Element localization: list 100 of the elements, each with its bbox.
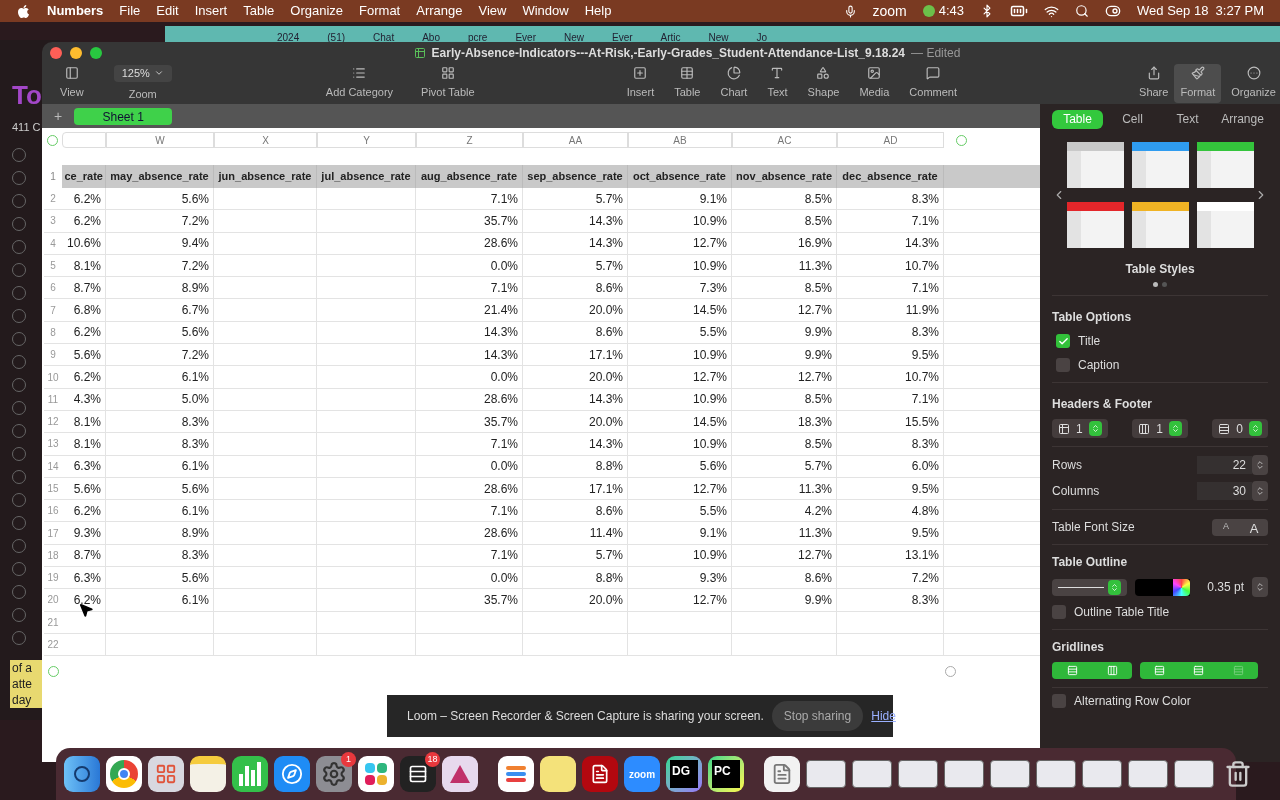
stepper-icon[interactable] <box>1108 579 1121 595</box>
timer-status[interactable]: 4:43 <box>922 1 965 21</box>
menu-item[interactable]: Format <box>359 1 401 21</box>
reminders-icon[interactable] <box>498 756 534 792</box>
header-count-control[interactable]: 1 <box>1052 419 1108 438</box>
browser-icon[interactable] <box>106 756 142 792</box>
column-letter[interactable]: X <box>214 132 317 148</box>
pdf-app-icon[interactable] <box>582 756 618 792</box>
toolbar-button[interactable]: Media <box>853 64 896 103</box>
inspector-tab[interactable]: Cell <box>1107 109 1158 129</box>
window-thumbnail[interactable] <box>852 760 892 788</box>
checkbox[interactable] <box>1052 694 1066 708</box>
toolbar-button[interactable]: Organize <box>1225 64 1280 103</box>
window-thumbnail[interactable] <box>898 760 938 788</box>
checkbox[interactable] <box>1056 358 1070 372</box>
notes-icon[interactable] <box>190 756 226 792</box>
column-letter[interactable]: AB <box>628 132 732 148</box>
menu-item[interactable]: Organize <box>290 1 344 21</box>
larger-font-button[interactable]: A <box>1240 518 1268 536</box>
table-style-thumbnail[interactable] <box>1131 142 1189 188</box>
menu-item[interactable]: File <box>119 1 141 21</box>
toolbar-button[interactable]: Format <box>1174 64 1222 103</box>
menu-item[interactable]: Numbers <box>47 1 104 21</box>
menu-item[interactable]: Edit <box>156 1 179 21</box>
menu-item[interactable]: View <box>478 1 507 21</box>
zoom-menu[interactable]: 125% Zoom <box>105 65 180 102</box>
column-letter[interactable]: AA <box>523 132 628 148</box>
window-thumbnail[interactable] <box>990 760 1030 788</box>
microphone-icon[interactable] <box>843 4 857 18</box>
toolbar-button[interactable]: Share <box>1133 64 1175 103</box>
smaller-font-button[interactable]: A <box>1212 518 1240 536</box>
toolbar-button[interactable]: Add Category <box>319 64 400 103</box>
table-style-thumbnail[interactable] <box>1066 142 1124 188</box>
browser-tab[interactable]: Artic <box>660 30 681 45</box>
checkbox[interactable] <box>1056 334 1070 348</box>
browser-tab[interactable]: New <box>564 30 584 45</box>
stepper-icon[interactable] <box>1088 421 1102 436</box>
browser-tab[interactable]: Ever <box>515 30 536 45</box>
header-count-control[interactable]: 1 <box>1132 419 1188 438</box>
header-count-control[interactable]: 0 <box>1212 419 1268 438</box>
window-thumbnail[interactable] <box>806 760 846 788</box>
column-letter[interactable]: W <box>106 132 214 148</box>
bar-chart-app-icon[interactable] <box>232 756 268 792</box>
number-field[interactable]: 22 <box>1197 456 1252 474</box>
browser-tab[interactable]: Ever <box>612 30 633 45</box>
hash-app-icon[interactable] <box>358 756 394 792</box>
zoom-button[interactable] <box>90 46 102 59</box>
minimize-button[interactable] <box>70 46 82 59</box>
browser-tab[interactable]: Chat <box>373 30 395 45</box>
stepper-icon[interactable] <box>1168 421 1182 436</box>
browser-tab[interactable]: pcre <box>467 30 488 45</box>
table-style-thumbnail[interactable] <box>1131 202 1189 248</box>
toolbar-button[interactable]: Insert <box>620 64 661 103</box>
add-sheet-icon[interactable]: + <box>54 109 63 123</box>
control-center-icon[interactable] <box>1105 3 1122 19</box>
browser-tab[interactable]: 2024 <box>277 30 300 45</box>
browser-tab[interactable]: (51) <box>327 30 346 45</box>
number-field[interactable]: 30 <box>1197 482 1252 500</box>
checkbox[interactable] <box>1052 605 1066 619</box>
sheet-tab[interactable]: Sheet 1 <box>74 107 173 125</box>
stop-sharing-button[interactable]: Stop sharing <box>771 701 864 731</box>
toolbar-button[interactable]: Text <box>761 64 794 103</box>
toolbar-button[interactable]: Chart <box>714 64 754 103</box>
window-thumbnail[interactable] <box>1128 760 1168 788</box>
window-thumbnail[interactable] <box>944 760 984 788</box>
zoom-app-icon[interactable]: zoom <box>624 756 660 792</box>
window-thumbnail[interactable] <box>1174 760 1214 788</box>
apple-icon[interactable] <box>16 3 31 19</box>
browser-tab[interactable]: New <box>708 30 729 45</box>
inspector-tab[interactable]: Arrange <box>1217 109 1268 129</box>
toolbar-button[interactable]: View <box>54 64 90 103</box>
stepper-icon[interactable] <box>1252 481 1268 501</box>
table-style-thumbnail[interactable] <box>1066 202 1124 248</box>
table-style-thumbnail[interactable] <box>1196 202 1254 248</box>
inspector-tab[interactable]: Text <box>1162 109 1213 129</box>
datagrip-app-icon[interactable]: DG <box>666 756 702 792</box>
color-well[interactable] <box>1135 578 1190 596</box>
table-style-thumbnail[interactable] <box>1196 142 1254 188</box>
column-letter[interactable]: Z <box>416 132 523 148</box>
column-letter[interactable]: Y <box>317 132 416 148</box>
wifi-icon[interactable] <box>1044 3 1060 19</box>
toolbar-button[interactable]: Shape <box>801 64 846 103</box>
browser-tab[interactable]: Jo <box>756 30 768 45</box>
menu-item[interactable]: Arrange <box>416 1 463 21</box>
pycharm-app-icon[interactable]: PC <box>708 756 744 792</box>
column-letter[interactable]: AD <box>837 132 944 148</box>
app-store-icon[interactable] <box>274 756 310 792</box>
stepper-icon[interactable] <box>1249 421 1262 436</box>
document-icon[interactable] <box>764 756 800 792</box>
window-thumbnail[interactable] <box>1082 760 1122 788</box>
toolbar-button[interactable]: Pivot Table <box>415 64 481 103</box>
toolbar-button[interactable]: Comment <box>903 64 964 103</box>
triangle-app-icon[interactable] <box>442 756 478 792</box>
close-button[interactable] <box>50 46 62 59</box>
sticky-note-icon[interactable] <box>540 756 576 792</box>
browser-tab[interactable]: Abo <box>422 30 440 45</box>
window-thumbnail[interactable] <box>1036 760 1076 788</box>
stepper-icon[interactable] <box>1252 577 1268 597</box>
menu-item[interactable]: Help <box>584 1 612 21</box>
row-number[interactable]: 1 <box>44 165 62 188</box>
